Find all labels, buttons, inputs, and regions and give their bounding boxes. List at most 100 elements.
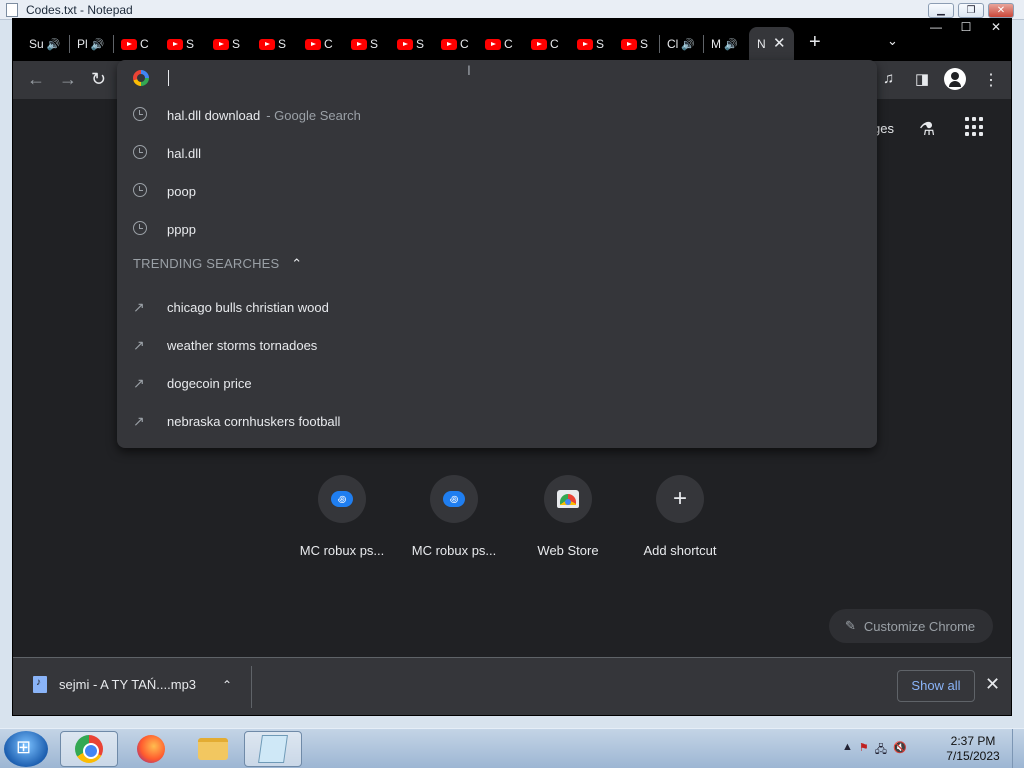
history-clock-icon (133, 144, 147, 159)
menu-kebab-icon[interactable]: ⋮ (983, 70, 999, 90)
download-item[interactable]: sejmi - A TY TAŃ....mp3 ⌃ (33, 676, 232, 693)
chevron-up-icon[interactable]: ⌃ (291, 256, 302, 271)
suggestion-text: dogecoin price (167, 375, 252, 391)
suggestion-text: weather storms tornadoes (167, 337, 318, 353)
tray-expand-icon[interactable]: ▲ (842, 741, 853, 760)
tab-item[interactable]: Su 🔊 (29, 33, 60, 55)
suggestion-trending-item[interactable]: ↗ nebraska cornhuskers football (117, 402, 877, 440)
suggestion-trending-item[interactable]: ↗ weather storms tornadoes (117, 326, 877, 364)
tab-item[interactable]: M 🔊 (711, 33, 738, 55)
tab-item[interactable]: S (621, 33, 648, 55)
tab-label: S (640, 37, 649, 51)
tab-item[interactable]: S (397, 33, 424, 55)
customize-chrome-button[interactable]: ✎ Customize Chrome (829, 609, 993, 643)
back-arrow-icon[interactable]: ← (27, 69, 45, 90)
suggestion-history-item[interactable]: poop (117, 172, 877, 210)
window-minimize-button[interactable]: — (921, 19, 951, 35)
new-tab-button[interactable]: + (809, 31, 821, 54)
shortcut-tile[interactable]: ꩜ MC robux ps... (398, 475, 510, 558)
tab-item[interactable]: C (485, 33, 513, 55)
active-tab[interactable]: N ✕ (749, 27, 794, 61)
suggestion-trending-item[interactable]: ↗ chicago bulls christian wood (117, 288, 877, 326)
youtube-icon (577, 38, 593, 50)
trending-header-label: TRENDING SEARCHES (133, 256, 280, 271)
tab-item[interactable]: C (531, 33, 559, 55)
notepad-icon (258, 735, 288, 763)
taskbar-firefox-button[interactable] (122, 731, 180, 767)
network-icon[interactable]: 🖧 (875, 741, 887, 760)
address-bar-input[interactable]: I (117, 60, 877, 98)
speaker-icon[interactable]: 🔊 (681, 38, 695, 51)
show-all-button[interactable]: Show all (897, 670, 975, 702)
shortcut-label: Web Store (537, 543, 599, 558)
taskbar-notepad-button[interactable] (244, 731, 302, 767)
media-control-icon[interactable]: ♫ (883, 70, 894, 87)
close-icon[interactable]: ✕ (985, 674, 1000, 695)
suggestion-text: hal.dll (167, 145, 201, 161)
taskbar-clock[interactable]: 2:37 PM 7/15/2023 (940, 734, 1006, 764)
side-panel-icon[interactable]: ◨ (915, 70, 929, 88)
start-button[interactable] (4, 731, 48, 767)
tab-item[interactable]: S (213, 33, 240, 55)
speaker-icon[interactable]: 🔊 (47, 38, 61, 51)
volume-muted-icon[interactable]: 🔇 (893, 741, 907, 760)
shortcut-icon-circle (544, 475, 592, 523)
tab-item[interactable]: Pl 🔊 (77, 33, 104, 55)
add-shortcut-tile[interactable]: + Add shortcut (624, 475, 736, 558)
tab-label: S (416, 37, 425, 51)
suggestion-history-item[interactable]: hal.dll download - Google Search (117, 96, 877, 134)
forward-arrow-icon[interactable]: → (59, 69, 77, 90)
tab-item[interactable]: C (121, 33, 149, 55)
tab-divider (69, 35, 70, 53)
reload-icon[interactable]: ↻ (91, 69, 106, 90)
suggestion-history-item[interactable]: hal.dll (117, 134, 877, 172)
shortcut-tile[interactable]: ꩜ MC robux ps... (286, 475, 398, 558)
trending-searches-header[interactable]: TRENDING SEARCHES ⌃ (133, 256, 302, 272)
chevron-up-icon[interactable]: ⌃ (222, 678, 232, 692)
shortcut-icon-circle: + (656, 475, 704, 523)
notepad-titlebar[interactable]: Codes.txt - Notepad ▁ ❐ ✕ (0, 0, 1024, 20)
tab-label: Pl (77, 37, 88, 51)
suggestion-text: hal.dll download (167, 107, 261, 123)
notepad-title: Codes.txt - Notepad (26, 3, 133, 17)
notepad-close-button[interactable]: ✕ (988, 3, 1014, 18)
tab-label: Cl (667, 37, 679, 51)
youtube-icon (167, 38, 183, 50)
speaker-icon[interactable]: 🔊 (91, 38, 105, 51)
youtube-icon (485, 38, 501, 50)
close-tab-icon[interactable]: ✕ (773, 34, 786, 52)
taskbar-explorer-button[interactable] (184, 731, 242, 767)
trending-arrow-icon: ↗ (133, 374, 145, 391)
tab-item[interactable]: Cl 🔊 (667, 33, 695, 55)
youtube-icon (531, 38, 547, 50)
tab-item[interactable]: S (259, 33, 286, 55)
window-close-button[interactable]: ✕ (981, 19, 1011, 35)
taskbar-chrome-button[interactable] (60, 731, 118, 767)
clock-date: 7/15/2023 (946, 749, 1000, 763)
notepad-maximize-button[interactable]: ❐ (958, 3, 984, 18)
system-tray: ▲ ⚑ 🖧 🔇 (842, 741, 907, 760)
tab-item[interactable]: C (305, 33, 333, 55)
chrome-window: Su 🔊 Pl 🔊 C S S S C S S C C C S S Cl 🔊 M 🔊 N… (12, 18, 1012, 716)
google-apps-icon[interactable] (965, 117, 985, 137)
notepad-minimize-button[interactable]: ▁ (928, 3, 954, 18)
show-desktop-button[interactable] (1012, 729, 1024, 768)
profile-avatar-icon[interactable] (944, 68, 966, 90)
suggestion-history-item[interactable]: pppp (117, 210, 877, 248)
tab-item[interactable]: S (167, 33, 194, 55)
tab-item[interactable]: C (441, 33, 469, 55)
youtube-icon (121, 38, 137, 50)
tab-item[interactable]: S (577, 33, 604, 55)
action-center-flag-icon[interactable]: ⚑ (859, 741, 869, 760)
shortcut-tile[interactable]: Web Store (512, 475, 624, 558)
tab-search-chevron-icon[interactable]: ⌄ (887, 33, 898, 49)
labs-flask-icon[interactable]: ⚗ (919, 119, 935, 140)
suggestion-trending-item[interactable]: ↗ dogecoin price (117, 364, 877, 402)
tab-item[interactable]: S (351, 33, 378, 55)
window-maximize-button[interactable]: ☐ (951, 19, 981, 35)
tab-label: C (550, 37, 559, 51)
youtube-icon (621, 38, 637, 50)
shortcut-label: MC robux ps... (299, 543, 385, 558)
speaker-icon[interactable]: 🔊 (724, 38, 738, 51)
plus-icon: + (672, 485, 687, 512)
